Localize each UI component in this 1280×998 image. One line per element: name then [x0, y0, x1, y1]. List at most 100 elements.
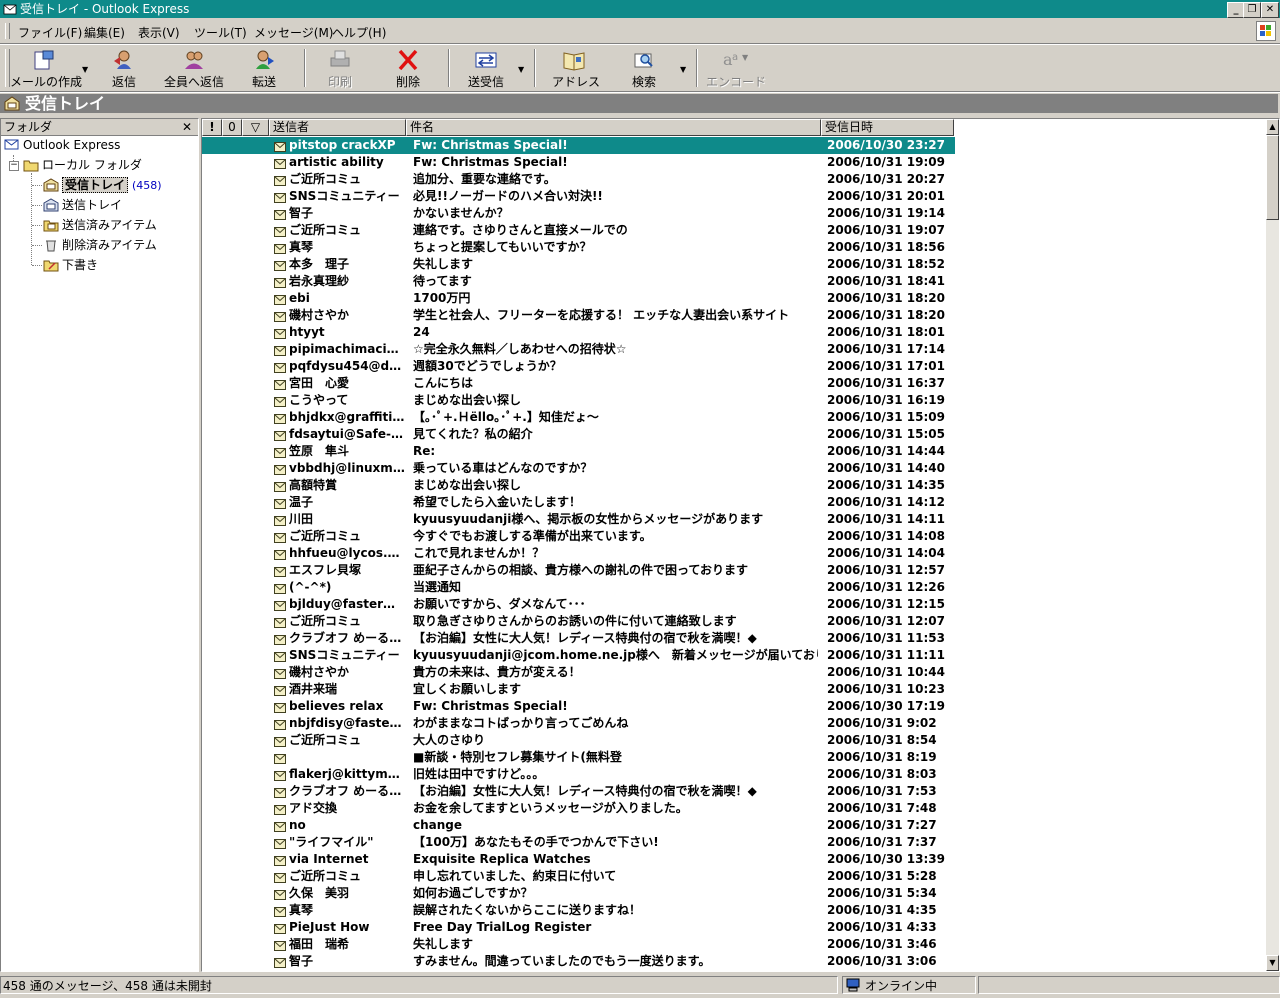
- message-row[interactable]: htyyt 24 2006/10/31 18:01: [202, 324, 955, 341]
- message-row[interactable]: PieJust How Free Day TrialLog Register 200…: [202, 919, 955, 936]
- column-subject[interactable]: 件名: [406, 119, 821, 136]
- message-row[interactable]: pqfdysu454@dora... 週額30でどうでしょうか？ 2006/10/3…: [202, 358, 955, 375]
- message-row[interactable]: artistic ability Fw: Christmas Special! 20…: [202, 154, 955, 171]
- menu-file[interactable]: ファイル(F): [18, 24, 82, 41]
- folder-pane-close-icon[interactable]: ✕: [182, 119, 192, 135]
- message-row[interactable]: via Internet Exquisite Replica Watches 200…: [202, 851, 955, 868]
- message-row[interactable]: ご近所コミュ 今すぐでもお渡しする準備が出来ています。 2006/10/31 14:…: [202, 528, 955, 545]
- vertical-scrollbar[interactable]: ▲ ▼: [1266, 119, 1279, 971]
- column-received[interactable]: 受信日時: [821, 119, 954, 136]
- message-row[interactable]: pitstop crackXP Fw: Christmas Special! 200…: [202, 137, 955, 154]
- message-row[interactable]: no change 2006/10/31 7:27: [202, 817, 955, 834]
- tree-item-sent-items[interactable]: 送信済みアイテム: [43, 216, 157, 234]
- message-row[interactable]: ご近所コミュ 追加分、重要な連絡です。 2006/10/31 20:27: [202, 171, 955, 188]
- message-row[interactable]: hhfueu@lycos.com これで見れませんか！？ 2006/10/31 14…: [202, 545, 955, 562]
- message-subject: 取り急ぎさゆりさんからのお誘いの件に付いて連絡致します: [413, 614, 737, 628]
- reply-button[interactable]: 返信: [104, 47, 144, 89]
- column-flag[interactable]: ▽: [242, 119, 269, 136]
- compose-button[interactable]: メールの作成: [10, 47, 82, 89]
- message-row[interactable]: 福田 瑞希 失礼します 2006/10/31 3:46: [202, 936, 955, 953]
- message-row[interactable]: vbbdhj@linuxmail.... 乗っている車はどんなのですか？ 2006/…: [202, 460, 955, 477]
- tree-item-drafts[interactable]: 下書き: [43, 256, 98, 274]
- message-row[interactable]: ご近所コミュ 連絡です。さゆりさんと直接メールでの 2006/10/31 19:07: [202, 222, 955, 239]
- message-row[interactable]: 酒井来瑞 宜しくお願いします 2006/10/31 10:23: [202, 681, 955, 698]
- menu-help[interactable]: ヘルプ(H): [332, 24, 386, 41]
- column-attachment[interactable]: 0: [222, 119, 242, 136]
- message-row[interactable]: エスフレ貝塚 亜紀子さんからの相談、貴方様への謝礼の件で困っております 2006/1…: [202, 562, 955, 579]
- addresses-button[interactable]: アドレス: [552, 47, 600, 89]
- message-row[interactable]: 久保 美羽 如何お過ごしですか？ 2006/10/31 5:34: [202, 885, 955, 902]
- message-from: 酒井来瑞: [289, 682, 338, 696]
- message-row[interactable]: ご近所コミュ 取り急ぎさゆりさんからのお誘いの件に付いて連絡致します 2006/10…: [202, 613, 955, 630]
- tree-item-outbox[interactable]: 送信トレイ: [43, 196, 122, 214]
- send-receive-button[interactable]: 送受信: [464, 47, 508, 89]
- message-row[interactable]: クラブオフ めーるナビ 【お泊編】女性に大人気！レディース特典付の宿で秋を満喫！◆…: [202, 783, 955, 800]
- message-row[interactable]: 高額特賞 まじめな出会い探し 2006/10/31 14:35: [202, 477, 955, 494]
- unread-envelope-icon: [274, 701, 286, 713]
- tree-item-outlook-express[interactable]: Outlook Express: [4, 136, 120, 154]
- message-row[interactable]: アド交換 お金を余してますというメッセージが入りました。 2006/10/31 7:…: [202, 800, 955, 817]
- tree-item-local-folders[interactable]: ローカル フォルダ: [23, 156, 142, 174]
- message-row[interactable]: bjlduy@fastermai... お願いですから、ダメなんて･･･ 2006/…: [202, 596, 955, 613]
- collapse-icon[interactable]: −: [9, 161, 19, 171]
- menu-tools[interactable]: ツール(T): [194, 24, 247, 41]
- send-receive-dropdown-icon[interactable]: ▼: [518, 65, 524, 74]
- message-row[interactable]: 温子 希望でしたら入金いたします！ 2006/10/31 14:12: [202, 494, 955, 511]
- message-from: fdsaytui@Safe-m...: [289, 427, 406, 441]
- delete-button[interactable]: 削除: [388, 47, 428, 89]
- message-row[interactable]: 磯村さやか 貴方の未来は、貴方が変える！ 2006/10/31 10:44: [202, 664, 955, 681]
- close-button[interactable]: ✕: [1261, 2, 1279, 18]
- message-row[interactable]: 智子 かないませんか？ 2006/10/31 19:14: [202, 205, 955, 222]
- menu-edit[interactable]: 編集(E): [84, 24, 125, 41]
- message-row[interactable]: クラブオフ めーるナビ 【お泊編】女性に大人気！レディース特典付の宿で秋を満喫！◆…: [202, 630, 955, 647]
- message-row[interactable]: SNSコミュニティー kyuusyuudanji@jcom.home.ne.jp様…: [202, 647, 955, 664]
- message-row[interactable]: nbjfdisy@fasterm... わがままなコトばっかり言ってごめんね 200…: [202, 715, 955, 732]
- reply-all-button[interactable]: 全員へ返信: [160, 47, 228, 89]
- message-row[interactable]: 宮田 心愛 こんにちは 2006/10/31 16:37: [202, 375, 955, 392]
- compose-dropdown-icon[interactable]: ▼: [82, 65, 88, 74]
- encoding-button[interactable]: a a エンコード: [706, 47, 766, 89]
- column-from[interactable]: 送信者: [269, 119, 406, 136]
- message-row[interactable]: fdsaytui@Safe-m... 見てくれた？私の紹介 2006/10/31 1…: [202, 426, 955, 443]
- message-row[interactable]: bhjdkx@graffiti.net 【｡･ﾟ+.Ｈëllo｡･ﾟ+.】知佳だょ…: [202, 409, 955, 426]
- message-row[interactable]: 笠原 隼斗 Re: 2006/10/31 14:44: [202, 443, 955, 460]
- find-dropdown-icon[interactable]: ▼: [680, 65, 686, 74]
- tree-item-deleted-items[interactable]: 削除済みアイテム: [43, 236, 157, 254]
- message-row[interactable]: 磯村さやか 学生と社会人、フリーターを応援する！ エッチな人妻出会い系サイト 200…: [202, 307, 955, 324]
- scroll-up-icon[interactable]: ▲: [1266, 119, 1279, 135]
- message-row[interactable]: ■新談・特別セフレ募集サイト(無料登 2006/10/31 8:19: [202, 749, 955, 766]
- column-priority[interactable]: !: [202, 119, 222, 136]
- message-row[interactable]: ご近所コミュ 申し忘れていました、約束日に付いて 2006/10/31 5:28: [202, 868, 955, 885]
- find-label: 検索: [631, 75, 656, 89]
- scroll-thumb[interactable]: [1266, 135, 1279, 220]
- menu-grip[interactable]: [5, 23, 10, 39]
- tree-item-inbox[interactable]: 受信トレイ (458): [43, 176, 162, 194]
- message-row[interactable]: こうやって まじめな出会い探し 2006/10/31 16:19: [202, 392, 955, 409]
- message-row[interactable]: 智子 すみません。間違っていましたのでもう一度送ります。 2006/10/31 3:…: [202, 953, 955, 970]
- message-row[interactable]: (^-^*) 当選通知 2006/10/31 12:26: [202, 579, 955, 596]
- message-row[interactable]: SNSコミュニティー 必見!!ノーガードのハメ合い対決!! 2006/10/31 2…: [202, 188, 955, 205]
- message-list-header: ! 0 ▽ 送信者 件名 受信日時: [202, 119, 1266, 136]
- message-row[interactable]: ebi 1700万円 2006/10/31 18:20: [202, 290, 955, 307]
- message-row[interactable]: flakerj@kittymail.... 旧姓は田中ですけど。。。 2006/10…: [202, 766, 955, 783]
- unread-envelope-icon: [274, 565, 286, 577]
- message-row[interactable]: 本多 理子 失礼します 2006/10/31 18:52: [202, 256, 955, 273]
- message-row[interactable]: 真琴 誤解されたくないからここに送りますね！ 2006/10/31 4:35: [202, 902, 955, 919]
- message-row[interactable]: 岩永真理紗 待ってます 2006/10/31 18:41: [202, 273, 955, 290]
- maximize-button[interactable]: ❐: [1243, 2, 1261, 18]
- message-subject: 24: [413, 325, 430, 339]
- scroll-down-icon[interactable]: ▼: [1266, 955, 1279, 971]
- message-row[interactable]: believes relax Fw: Christmas Special! 2006…: [202, 698, 955, 715]
- encoding-dropdown-icon[interactable]: ▼: [742, 53, 748, 62]
- message-row[interactable]: 真琴 ちょっと提案してもいいですか？ 2006/10/31 18:56: [202, 239, 955, 256]
- menu-view[interactable]: 表示(V): [138, 24, 180, 41]
- forward-button[interactable]: 転送: [244, 47, 284, 89]
- message-row[interactable]: "ライフマイル" 【100万】あなたもその手でつかんで下さい! 2006/10/31…: [202, 834, 955, 851]
- menu-message[interactable]: メッセージ(M): [254, 24, 333, 41]
- find-button[interactable]: 検索: [624, 47, 664, 89]
- message-from: 真琴: [289, 903, 314, 917]
- print-button[interactable]: 印刷: [320, 47, 360, 89]
- message-row[interactable]: ご近所コミュ 大人のさゆり 2006/10/31 8:54: [202, 732, 955, 749]
- message-row[interactable]: 川田 kyuusyuudanji様へ、掲示板の女性からメッセージがあります 2006…: [202, 511, 955, 528]
- message-row[interactable]: pipimachimaci55... ☆完全永久無料／しあわせへの招待状☆ 2006…: [202, 341, 955, 358]
